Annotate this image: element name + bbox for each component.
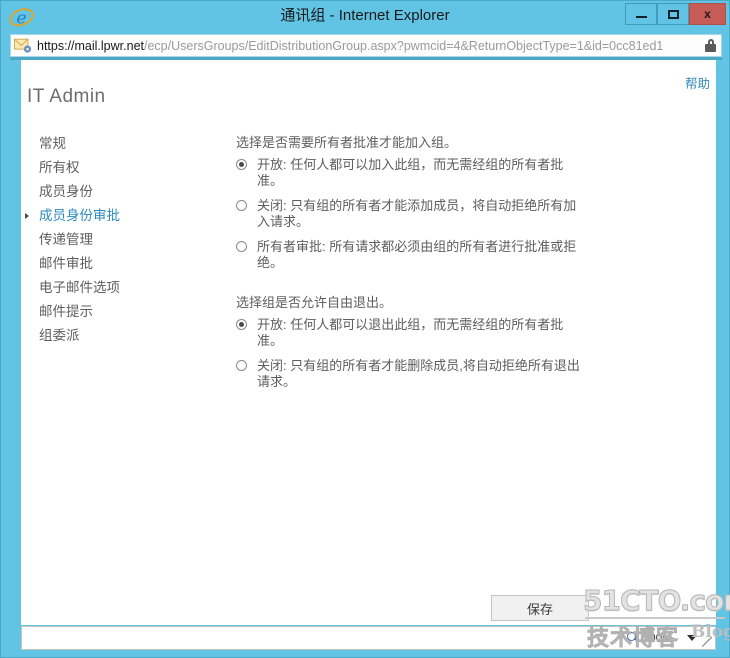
page-content: 帮助 IT Admin 常规所有权成员身份成员身份审批 传递管理邮件审批电子邮件选… bbox=[21, 60, 716, 625]
status-bar: 100% bbox=[21, 626, 716, 650]
sidebar-item-label: 所有权 bbox=[39, 160, 80, 175]
save-button[interactable]: 保存 bbox=[491, 595, 589, 621]
sidebar-item-label: 传递管理 bbox=[39, 232, 93, 247]
radio-option-label: 所有者审批: 所有请求都必须由组的所有者进行批准或拒绝。 bbox=[257, 239, 577, 270]
sidebar-item-1[interactable]: 所有权 bbox=[25, 156, 205, 180]
page-title: IT Admin bbox=[27, 86, 106, 107]
maximize-icon bbox=[667, 9, 679, 19]
radio-icon[interactable] bbox=[236, 360, 247, 371]
save-button-label: 保存 bbox=[526, 601, 553, 617]
radio-option-0-1[interactable]: 关闭: 只有组的所有者才能添加成员，将自动拒绝所有加入请求。 bbox=[236, 198, 636, 230]
sidebar-item-6[interactable]: 电子邮件选项 bbox=[25, 276, 205, 300]
radio-option-label: 关闭: 只有组的所有者才能删除成员,将自动拒绝所有退出请求。 bbox=[257, 358, 580, 389]
mail-settings-icon bbox=[14, 38, 32, 53]
address-url[interactable]: https://mail.lpwr.net/ecp/UsersGroups/Ed… bbox=[37, 39, 705, 53]
zoom-control[interactable]: 100% bbox=[627, 631, 697, 645]
sidebar-item-0[interactable]: 常规 bbox=[25, 132, 205, 156]
sidebar-item-label: 成员身份 bbox=[39, 184, 93, 199]
radio-option-1-0[interactable]: 开放: 任何人都可以退出此组，而无需经组的所有者批准。 bbox=[236, 317, 636, 349]
close-icon: x bbox=[704, 7, 711, 21]
window-title: 通讯组 - Internet Explorer bbox=[280, 7, 450, 24]
radio-option-0-2[interactable]: 所有者审批: 所有请求都必须由组的所有者进行批准或拒绝。 bbox=[236, 239, 636, 271]
minimize-icon bbox=[635, 16, 647, 18]
sidebar-item-2[interactable]: 成员身份 bbox=[25, 180, 205, 204]
radio-option-label: 开放: 任何人都可以加入此组，而无需经组的所有者批准。 bbox=[257, 157, 564, 188]
sidebar-item-3[interactable]: 成员身份审批 bbox=[25, 204, 205, 228]
sidebar-item-label: 组委派 bbox=[39, 328, 80, 343]
sidebar-item-8[interactable]: 组委派 bbox=[25, 324, 205, 348]
sidebar-item-7[interactable]: 邮件提示 bbox=[25, 300, 205, 324]
url-path: /ecp/UsersGroups/EditDistributionGroup.a… bbox=[144, 38, 664, 53]
magnifier-icon bbox=[627, 631, 640, 645]
close-button[interactable]: x bbox=[689, 3, 726, 25]
radio-icon[interactable] bbox=[236, 319, 247, 330]
radio-option-label: 关闭: 只有组的所有者才能添加成员，将自动拒绝所有加入请求。 bbox=[257, 198, 577, 229]
radio-icon[interactable] bbox=[236, 200, 247, 211]
maximize-button[interactable] bbox=[657, 3, 689, 25]
resize-grip[interactable] bbox=[702, 637, 712, 647]
sidebar-item-label: 电子邮件选项 bbox=[39, 280, 120, 295]
sidebar-item-label: 邮件审批 bbox=[39, 256, 93, 271]
radio-option-1-1[interactable]: 关闭: 只有组的所有者才能删除成员,将自动拒绝所有退出请求。 bbox=[236, 358, 636, 390]
zoom-level-label: 100% bbox=[642, 631, 673, 645]
sidebar-item-label: 邮件提示 bbox=[39, 304, 93, 319]
section-label-1: 选择组是否允许自由退出。 bbox=[236, 295, 393, 310]
radio-option-label: 开放: 任何人都可以退出此组，而无需经组的所有者批准。 bbox=[257, 317, 564, 348]
radio-option-0-0[interactable]: 开放: 任何人都可以加入此组，而无需经组的所有者批准。 bbox=[236, 157, 636, 189]
address-bar[interactable]: https://mail.lpwr.net/ecp/UsersGroups/Ed… bbox=[10, 34, 722, 57]
settings-form: 选择是否需要所有者批准才能加入组。开放: 任何人都可以加入此组，而无需经组的所有… bbox=[236, 132, 636, 399]
chevron-down-icon[interactable] bbox=[687, 635, 697, 641]
url-host: https://mail.lpwr.net bbox=[37, 38, 144, 53]
radio-icon[interactable] bbox=[236, 241, 247, 252]
title-bar: e 通讯组 - Internet Explorer x bbox=[1, 1, 729, 31]
sidebar-item-label: 常规 bbox=[39, 136, 66, 151]
radio-icon[interactable] bbox=[236, 159, 247, 170]
help-link[interactable]: 帮助 bbox=[685, 73, 710, 92]
section-label-0: 选择是否需要所有者批准才能加入组。 bbox=[236, 135, 458, 150]
browser-window: e 通讯组 - Internet Explorer x https://mail… bbox=[0, 0, 730, 658]
sidebar-item-5[interactable]: 邮件审批 bbox=[25, 252, 205, 276]
sidebar-item-4[interactable]: 传递管理 bbox=[25, 228, 205, 252]
sidebar-nav: 常规所有权成员身份成员身份审批 传递管理邮件审批电子邮件选项 邮件提示组委派 bbox=[25, 132, 205, 348]
minimize-button[interactable] bbox=[625, 3, 657, 25]
selected-marker-icon bbox=[25, 213, 29, 219]
sidebar-item-label: 成员身份审批 bbox=[39, 208, 120, 223]
lock-icon bbox=[705, 39, 716, 52]
